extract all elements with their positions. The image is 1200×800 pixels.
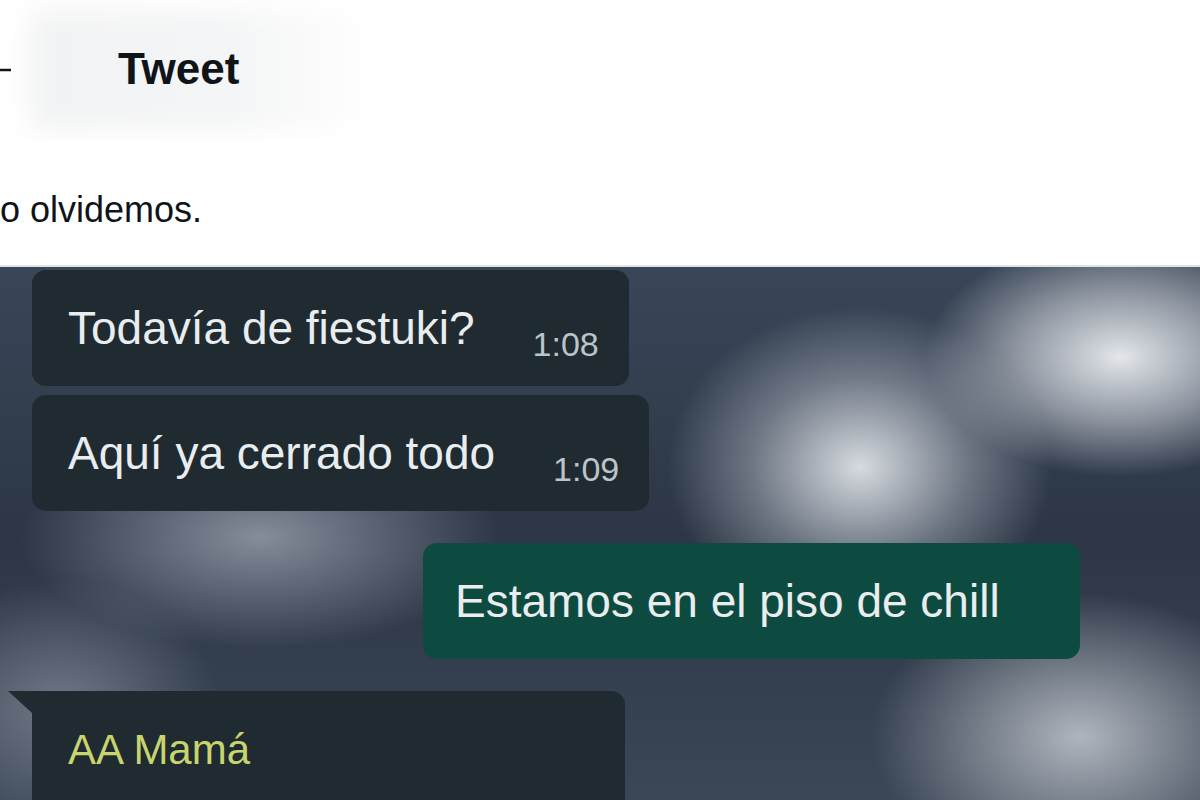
- sender-name: AA Mamá: [68, 725, 250, 775]
- header-title: Tweet: [118, 44, 239, 96]
- message-text: Estamos en el piso de chill: [455, 574, 1000, 629]
- message-bubble[interactable]: Aquí ya cerrado todo 1:09: [32, 395, 649, 511]
- message-bubble[interactable]: Estamos en el piso de chill: [423, 543, 1080, 659]
- tweet-page: Tweet o olvidemos. Todavía de fiestuki? 1:0…: [0, 0, 1200, 800]
- message-row: Todavía de fiestuki? 1:08: [0, 270, 1200, 386]
- chat-screenshot[interactable]: Todavía de fiestuki? 1:08 Aquí ya cerrado …: [0, 265, 1200, 800]
- message-time: 1:09: [553, 450, 619, 511]
- message-row: AA Mamá: [0, 691, 1200, 800]
- message-text: Aquí ya cerrado todo: [68, 426, 495, 481]
- message-row: Estamos en el piso de chill: [0, 543, 1200, 659]
- tweet-header: Tweet: [0, 0, 380, 140]
- message-row: Aquí ya cerrado todo 1:09: [0, 395, 1200, 511]
- message-bubble[interactable]: AA Mamá: [32, 691, 625, 800]
- tweet-text: o olvidemos.: [0, 140, 1200, 265]
- message-time: 1:08: [533, 325, 599, 386]
- message-text: Todavía de fiestuki?: [68, 301, 475, 356]
- message-bubble[interactable]: Todavía de fiestuki? 1:08: [32, 270, 629, 386]
- back-arrow-icon[interactable]: [0, 67, 12, 73]
